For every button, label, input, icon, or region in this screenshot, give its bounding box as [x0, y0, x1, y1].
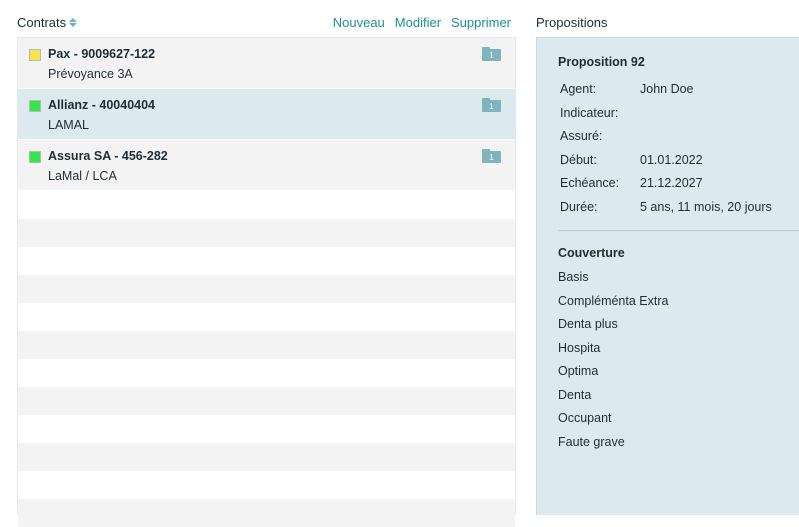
field-label: Echéance: [560, 176, 620, 190]
contracts-header: Contrats Nouveau Modifier Supprimer [17, 0, 516, 38]
contract-name: Pax - 9009627-122 [48, 47, 156, 61]
field-value: 21.12.2027 [640, 176, 703, 190]
propositions-title: Propositions [536, 15, 608, 30]
empty-row [18, 331, 515, 359]
contract-name: Allianz - 40040404 [48, 98, 156, 112]
coverage-item: Optima [558, 364, 599, 378]
field-label: Assuré: [560, 129, 603, 143]
color-indicator-icon [29, 100, 41, 112]
delete-button[interactable]: Supprimer [451, 15, 511, 30]
empty-row [18, 499, 515, 527]
contract-row-selected[interactable]: Allianz - 40040404 LAMAL 1 [18, 89, 515, 140]
field-label: Début: [560, 153, 597, 167]
contract-type: LAMAL [48, 118, 89, 132]
field-label: Indicateur: [560, 106, 619, 120]
empty-row [18, 415, 515, 443]
field-value: 5 ans, 11 mois, 20 jours [640, 200, 772, 214]
empty-row [18, 219, 515, 247]
divider [558, 230, 799, 231]
coverage-item: Denta plus [558, 317, 618, 331]
contract-name: Assura SA - 456-282 [48, 149, 168, 163]
empty-row [18, 443, 515, 471]
coverage-item: Occupant [558, 411, 612, 425]
empty-row [18, 191, 515, 219]
proposal-details: Proposition 92 Agent: John Doe Indicateu… [536, 37, 799, 515]
empty-row [18, 471, 515, 499]
coverage-item: Basis [558, 270, 589, 284]
proposal-title: Proposition 92 [558, 55, 645, 69]
contracts-actions: Nouveau Modifier Supprimer [333, 15, 511, 30]
coverage-item: Faute grave [558, 435, 625, 449]
folder-count: 1 [482, 100, 501, 112]
empty-row [18, 247, 515, 275]
sort-icon[interactable] [69, 18, 78, 27]
field-label: Durée: [560, 200, 598, 214]
coverage-title: Couverture [558, 246, 625, 260]
contracts-title[interactable]: Contrats [17, 15, 78, 30]
new-button[interactable]: Nouveau [333, 15, 385, 30]
empty-row [18, 303, 515, 331]
empty-row [18, 275, 515, 303]
field-label: Agent: [560, 82, 597, 96]
folder-icon[interactable]: 1 [482, 98, 501, 112]
color-indicator-icon [29, 151, 41, 163]
contract-row[interactable]: Assura SA - 456-282 LaMal / LCA 1 [18, 140, 515, 191]
folder-icon[interactable]: 1 [482, 149, 501, 163]
contract-type: Prévoyance 3A [48, 67, 133, 81]
contracts-panel: Contrats Nouveau Modifier Supprimer Pax … [17, 0, 516, 527]
contract-row[interactable]: Pax - 9009627-122 Prévoyance 3A 1 [18, 38, 515, 89]
coverage-item: Hospita [558, 341, 601, 355]
contracts-title-label[interactable]: Contrats [17, 15, 66, 30]
coverage-item: Compléménta Extra [558, 294, 669, 308]
folder-icon[interactable]: 1 [482, 47, 501, 61]
empty-row [18, 359, 515, 387]
contract-type: LaMal / LCA [48, 169, 117, 183]
edit-button[interactable]: Modifier [395, 15, 441, 30]
field-value: John Doe [640, 82, 694, 96]
coverage-item: Denta [558, 388, 592, 402]
field-value: 01.01.2022 [640, 153, 703, 167]
contracts-list: Pax - 9009627-122 Prévoyance 3A 1 Allian… [17, 37, 516, 527]
empty-row [18, 387, 515, 415]
propositions-panel: Propositions Proposition 92 Agent: John … [536, 0, 799, 515]
folder-count: 1 [482, 49, 501, 61]
color-indicator-icon [29, 49, 41, 61]
folder-count: 1 [482, 151, 501, 163]
